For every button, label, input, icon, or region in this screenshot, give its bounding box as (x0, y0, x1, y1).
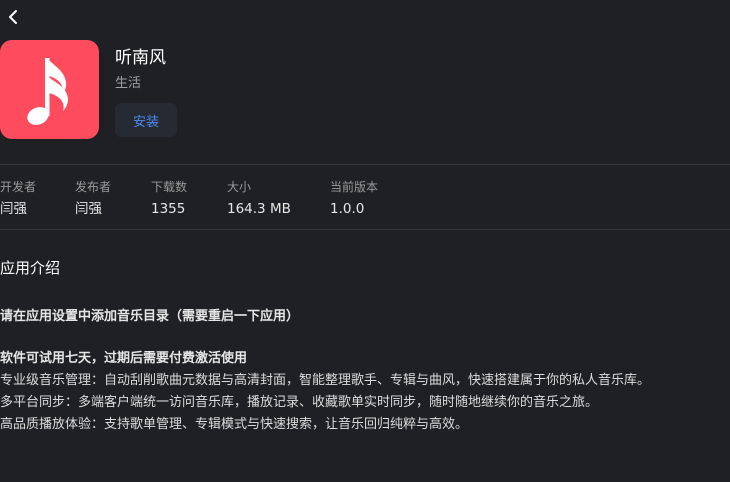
info-value: 1355 (151, 201, 186, 217)
intro-feature: 多平台同步：多端客户端统一访问音乐库，播放记录、收藏歌单实时同步，随时随地继续你… (0, 395, 599, 410)
info-label: 当前版本 (330, 180, 379, 194)
divider (0, 229, 730, 230)
info-publisher: 发布者 闫强 (75, 179, 111, 218)
info-label: 发布者 (75, 180, 112, 194)
info-version: 当前版本 1.0.0 (330, 179, 378, 218)
intro-notice: 请在应用设置中添加音乐目录（需要重启一下应用） (0, 309, 300, 324)
install-button[interactable]: 安装 (115, 103, 177, 137)
intro-feature: 高品质播放体验：支持歌单管理、专辑模式与快速搜索，让音乐回归纯粹与高效。 (0, 417, 469, 432)
info-value: 1.0.0 (330, 201, 365, 217)
info-value: 闫强 (75, 201, 102, 217)
info-label: 下载数 (151, 180, 188, 194)
intro-title: 应用介绍 (0, 259, 61, 277)
info-size: 大小 164.3 MB (227, 179, 291, 218)
info-value: 闫强 (0, 201, 27, 217)
app-icon (0, 40, 99, 139)
app-category: 生活 (115, 76, 142, 91)
intro-feature: 专业级音乐管理：自动刮削歌曲元数据与高清封面，智能整理歌手、专辑与曲风，快速搭建… (0, 373, 651, 388)
info-label: 大小 (227, 180, 252, 194)
chevron-left-icon (9, 10, 17, 24)
info-downloads: 下载数 1355 (151, 179, 187, 218)
info-value: 164.3 MB (227, 201, 291, 217)
app-detail-page: 听南风 生活 安装 开发者 闫强 发布者 闫强 下载数 1355 大小 164.… (0, 0, 730, 482)
info-developer: 开发者 闫强 (0, 179, 36, 218)
intro-description: 请在应用设置中添加音乐目录（需要重启一下应用） 软件可试用七天，过期后需要付费激… (0, 306, 725, 436)
back-button[interactable] (4, 6, 22, 28)
music-note-icon (26, 57, 68, 125)
app-name: 听南风 (115, 48, 166, 68)
info-label: 开发者 (0, 180, 37, 194)
intro-trial: 软件可试用七天，过期后需要付费激活使用 (0, 351, 248, 366)
divider (0, 164, 730, 165)
